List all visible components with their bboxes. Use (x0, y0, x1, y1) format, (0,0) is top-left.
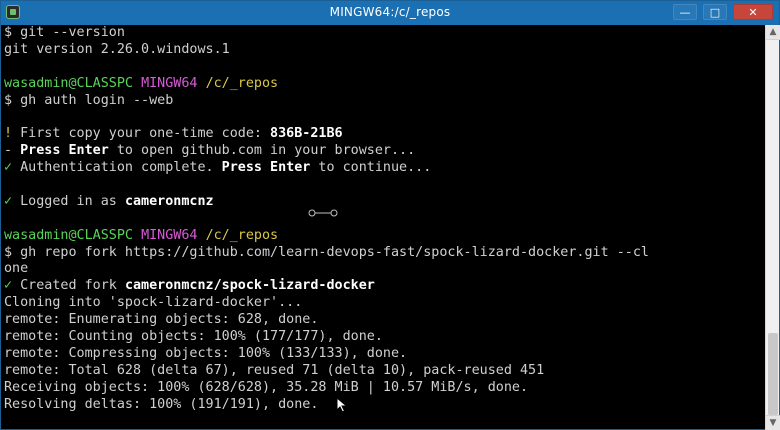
terminal-line: - Press Enter to open github.com in your… (4, 143, 766, 160)
terminal-output[interactable]: $ git --version git version 2.26.0.window… (1, 25, 766, 430)
terminal-text: ✓ (4, 193, 21, 209)
terminal-text: /c/_repos (205, 75, 279, 91)
terminal-window: MINGW64:/c/_repos — □ ✕ $ git --version g… (0, 0, 780, 430)
terminal-text: 836B-21B6 (270, 126, 343, 142)
title-bar[interactable]: MINGW64:/c/_repos — □ ✕ (1, 1, 779, 25)
terminal-line: remote: Total 628 (delta 67), reused 71 … (4, 363, 766, 380)
terminal-line: Resolving deltas: 100% (191/191), done. (4, 397, 766, 414)
terminal-line: $ gh repo fork https://github.com/learn-… (4, 245, 766, 262)
terminal-text: one (4, 261, 29, 277)
terminal-line: wasadmin@CLASSPC MINGW64 /c/_repos (4, 228, 766, 245)
terminal-text: Created fork (20, 278, 125, 294)
terminal-text: ! (4, 126, 21, 142)
terminal-line: ✓ Logged in as cameronmcnz (4, 194, 766, 211)
terminal-text: MINGW64 (141, 75, 198, 91)
terminal-text: wasadmin@CLASSPC (4, 75, 133, 91)
terminal-line: Receiving objects: 100% (628/628), 35.28… (4, 380, 766, 397)
window-title: MINGW64:/c/_repos (329, 5, 451, 19)
terminal-text: git version 2.26.0.windows.1 (4, 41, 230, 57)
terminal-line: remote: Counting objects: 100% (177/177)… (4, 329, 766, 346)
terminal-text: to open github.com in your browser... (108, 143, 416, 159)
terminal-text: /c/_repos (205, 227, 279, 243)
terminal-text: Receiving objects: 100% (628/628), 35.28… (4, 379, 529, 395)
terminal-line: one (4, 261, 766, 278)
terminal-text: $ git --version (4, 25, 125, 40)
terminal-text: Resolving deltas: 100% (191/191), done. (4, 396, 319, 412)
terminal-text: - (4, 143, 21, 159)
scrollbar-thumb[interactable] (768, 333, 778, 415)
terminal-text: Authentication complete. (20, 160, 222, 176)
terminal-line: Cloning into 'spock-lizard-docker'... (4, 295, 766, 312)
terminal-text: remote: Total 628 (delta 67), reused 71 … (4, 362, 545, 378)
vertical-scrollbar[interactable]: ▲ ▼ (765, 25, 780, 430)
terminal-text: $ gh repo fork https://github.com/learn-… (4, 244, 649, 260)
terminal-text: ✓ (4, 160, 21, 176)
scroll-down-arrow-icon[interactable]: ▼ (766, 415, 780, 430)
terminal-text: $ gh auth login --web (4, 92, 174, 108)
terminal-text: Press Enter (221, 160, 311, 176)
terminal-text: ✓ (4, 278, 21, 294)
maximize-icon: □ (709, 5, 721, 19)
scroll-up-arrow-icon[interactable]: ▲ (766, 25, 780, 40)
terminal-line: remote: Enumerating objects: 628, done. (4, 312, 766, 329)
terminal-line: ✓ Created fork cameronmcnz/spock-lizard-… (4, 278, 766, 295)
minimize-icon: — (679, 5, 691, 19)
terminal-text: remote: Enumerating objects: 628, done. (4, 312, 319, 328)
terminal-text: to continue... (310, 160, 432, 176)
window-controls: — □ ✕ (673, 3, 773, 21)
close-button[interactable]: ✕ (733, 4, 773, 20)
terminal-text: remote: Compressing objects: 100% (133/1… (4, 345, 408, 361)
text-cursor-icon (308, 209, 338, 217)
terminal-text: Cloning into 'spock-lizard-docker'... (4, 295, 303, 311)
terminal-text: Logged in as (20, 193, 125, 209)
minimize-button[interactable]: — (673, 4, 697, 20)
terminal-text: First copy your one-time code: (20, 126, 271, 142)
terminal-line: ! First copy your one-time code: 836B-21… (4, 126, 766, 143)
close-icon: ✕ (748, 5, 758, 19)
terminal-text: cameronmcnz/spock-lizard-docker (124, 278, 375, 294)
terminal-text: Press Enter (20, 143, 109, 159)
terminal-text: wasadmin@CLASSPC (4, 227, 133, 243)
terminal-text: remote: Counting objects: 100% (177/177)… (4, 329, 383, 345)
terminal-line: git version 2.26.0.windows.1 (4, 42, 766, 59)
terminal-line: wasadmin@CLASSPC MINGW64 /c/_repos (4, 76, 766, 93)
terminal-line: remote: Compressing objects: 100% (133/1… (4, 346, 766, 363)
terminal-line: $ gh auth login --web (4, 93, 766, 110)
terminal-line: ✓ Authentication complete. Press Enter t… (4, 160, 766, 177)
terminal-text: MINGW64 (141, 227, 198, 243)
terminal-text: cameronmcnz (124, 193, 214, 209)
terminal-line: $ git --version (4, 25, 766, 42)
maximize-button[interactable]: □ (703, 4, 727, 20)
mouse-pointer-icon (336, 397, 348, 413)
